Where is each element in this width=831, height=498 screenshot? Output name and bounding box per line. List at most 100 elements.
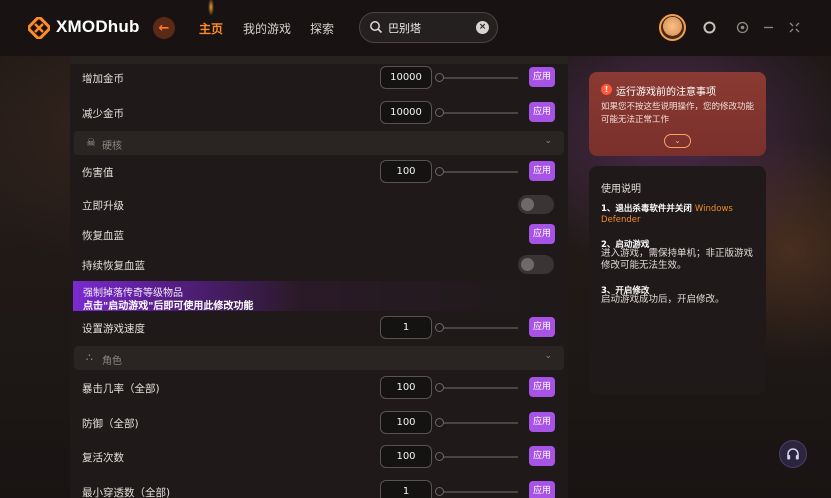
value-input[interactable]: 10000	[380, 66, 432, 89]
apply-button[interactable]: 应用	[529, 412, 555, 432]
row-label: 增加金币	[82, 73, 124, 85]
search-input[interactable]	[388, 19, 468, 37]
guide-step-1: 1、退出杀毒软件并关闭 Windows Defender	[601, 204, 761, 226]
nav-my-games[interactable]: 我的游戏	[243, 20, 291, 37]
value-input[interactable]: 100	[380, 411, 432, 434]
circle-icon[interactable]	[701, 19, 718, 36]
apply-button[interactable]: 应用	[529, 102, 555, 122]
value-slider[interactable]	[435, 418, 518, 427]
value-slider[interactable]	[435, 167, 518, 176]
row-label: 最小穿透数（全部)	[82, 487, 171, 498]
banner-subtitle: 点击"启动游戏"后即可使用此修改功能	[83, 301, 254, 312]
locked-feature-banner[interactable]: 强制掉落传奇等级物品 点击"启动游戏"后即可使用此修改功能	[73, 281, 526, 312]
slider-knob[interactable]	[435, 73, 444, 82]
warning-icon: !	[601, 84, 612, 95]
slider-knob[interactable]	[435, 323, 444, 332]
section-header-character[interactable]: ∴ 角色 ⌄	[74, 346, 564, 370]
section-title: 硬核	[102, 141, 122, 152]
list-item: 暴击几率（全部) 100 应用	[70, 371, 568, 405]
apply-button[interactable]: 应用	[529, 67, 555, 87]
slider-knob[interactable]	[435, 487, 444, 496]
back-arrow-icon: ←	[158, 20, 170, 36]
nav-explore[interactable]: 探索	[310, 20, 334, 37]
list-item: 伤害值 100 应用	[70, 155, 568, 189]
section-header-hardcore[interactable]: ☠ 硬核 ⌄	[74, 131, 564, 155]
step-1-text: 1、退出杀毒软件并关闭	[601, 204, 692, 214]
avatar[interactable]	[659, 14, 686, 41]
value-slider[interactable]	[435, 383, 518, 392]
search-icon	[370, 21, 383, 34]
cheat-list-panel[interactable]: 增加金币 10000 应用 减少金币 10000 应用 ☠ 硬核 ⌄ 伤害值 1…	[70, 56, 568, 498]
value-slider[interactable]	[435, 108, 518, 117]
row-label: 立即升级	[82, 200, 124, 212]
character-icon: ∴	[86, 351, 93, 364]
row-label: 恢复血蓝	[82, 230, 124, 242]
xmod-logo-icon[interactable]	[28, 17, 50, 39]
toggle-switch[interactable]	[518, 255, 554, 274]
notice-card: ! 运行游戏前的注意事项 如果您不按这些说明操作，您的修改功能可能无法正常工作 …	[589, 72, 766, 156]
value-input[interactable]: 10000	[380, 101, 432, 124]
close-icon[interactable]	[786, 19, 803, 36]
top-bar: XMODhub ← 主页 我的游戏 探索 ×	[0, 0, 831, 56]
apply-button[interactable]: 应用	[529, 481, 555, 498]
list-item: 减少金币 10000 应用	[70, 96, 568, 130]
list-item: 恢复血蓝 应用	[70, 218, 568, 252]
value-slider[interactable]	[435, 487, 518, 496]
usage-guide-card: 使用说明 1、退出杀毒软件并关闭 Windows Defender 2、启动游戏…	[589, 166, 766, 394]
slider-knob[interactable]	[435, 167, 444, 176]
guide-step-2-body: 进入游戏，需保持单机；非正版游戏修改可能无法生效。	[601, 248, 754, 271]
row-label: 持续恢复血蓝	[82, 260, 145, 272]
value-slider[interactable]	[435, 323, 518, 332]
apply-button[interactable]: 应用	[529, 224, 555, 244]
minimize-icon[interactable]	[734, 19, 751, 36]
row-label: 暴击几率（全部)	[82, 383, 160, 395]
apply-button[interactable]: 应用	[529, 161, 555, 181]
back-button[interactable]: ←	[153, 17, 175, 39]
apply-button[interactable]: 应用	[529, 446, 555, 466]
row-label: 设置游戏速度	[82, 323, 145, 335]
list-item: 复活次数 100 应用	[70, 440, 568, 474]
brand-name[interactable]: XMODhub	[56, 17, 140, 37]
nav-home[interactable]: 主页	[199, 20, 223, 37]
value-input[interactable]: 100	[380, 445, 432, 468]
list-item: 立即升级	[70, 188, 568, 222]
section-title: 角色	[102, 356, 122, 367]
expand-button[interactable]: ⌄	[664, 134, 691, 148]
value-input[interactable]: 1	[380, 480, 432, 498]
value-slider[interactable]	[435, 73, 518, 82]
value-input[interactable]: 1	[380, 316, 432, 339]
apply-button[interactable]: 应用	[529, 377, 555, 397]
headset-icon	[787, 448, 799, 460]
list-item: 最小穿透数（全部) 1 应用	[70, 475, 568, 498]
slider-knob[interactable]	[435, 108, 444, 117]
value-slider[interactable]	[435, 452, 518, 461]
chevron-down-icon[interactable]: ⌄	[544, 136, 552, 146]
toggle-switch[interactable]	[518, 195, 554, 214]
value-input[interactable]: 100	[380, 160, 432, 183]
toggle-knob	[521, 258, 534, 271]
chevron-down-icon[interactable]: ⌄	[544, 351, 552, 361]
list-item: 设置游戏速度 1 应用	[70, 311, 568, 345]
slider-knob[interactable]	[435, 383, 444, 392]
row-label: 伤害值	[82, 167, 114, 179]
notice-text: 如果您不按这些说明操作，您的修改功能可能无法正常工作	[601, 102, 755, 125]
list-item: 防御（全部) 100 应用	[70, 406, 568, 440]
chevron-down-icon: ⌄	[674, 136, 681, 145]
search-box: ×	[359, 12, 498, 43]
guide-title: 使用说明	[601, 184, 641, 195]
slider-knob[interactable]	[435, 452, 444, 461]
list-item: 增加金币 10000 应用	[70, 61, 568, 95]
guide-step-3-body: 启动游戏成功后，开启修改。	[601, 294, 725, 305]
toggle-knob	[521, 198, 534, 211]
row-label: 复活次数	[82, 452, 124, 464]
clear-icon[interactable]: ×	[476, 21, 489, 34]
support-button[interactable]	[779, 440, 807, 468]
apply-button[interactable]: 应用	[529, 317, 555, 337]
slider-knob[interactable]	[435, 418, 444, 427]
skull-icon: ☠	[86, 136, 96, 149]
notice-title: 运行游戏前的注意事项	[616, 87, 716, 98]
window-icon[interactable]	[760, 19, 777, 36]
row-label: 减少金币	[82, 108, 124, 120]
value-input[interactable]: 100	[380, 376, 432, 399]
row-label: 防御（全部)	[82, 418, 139, 430]
